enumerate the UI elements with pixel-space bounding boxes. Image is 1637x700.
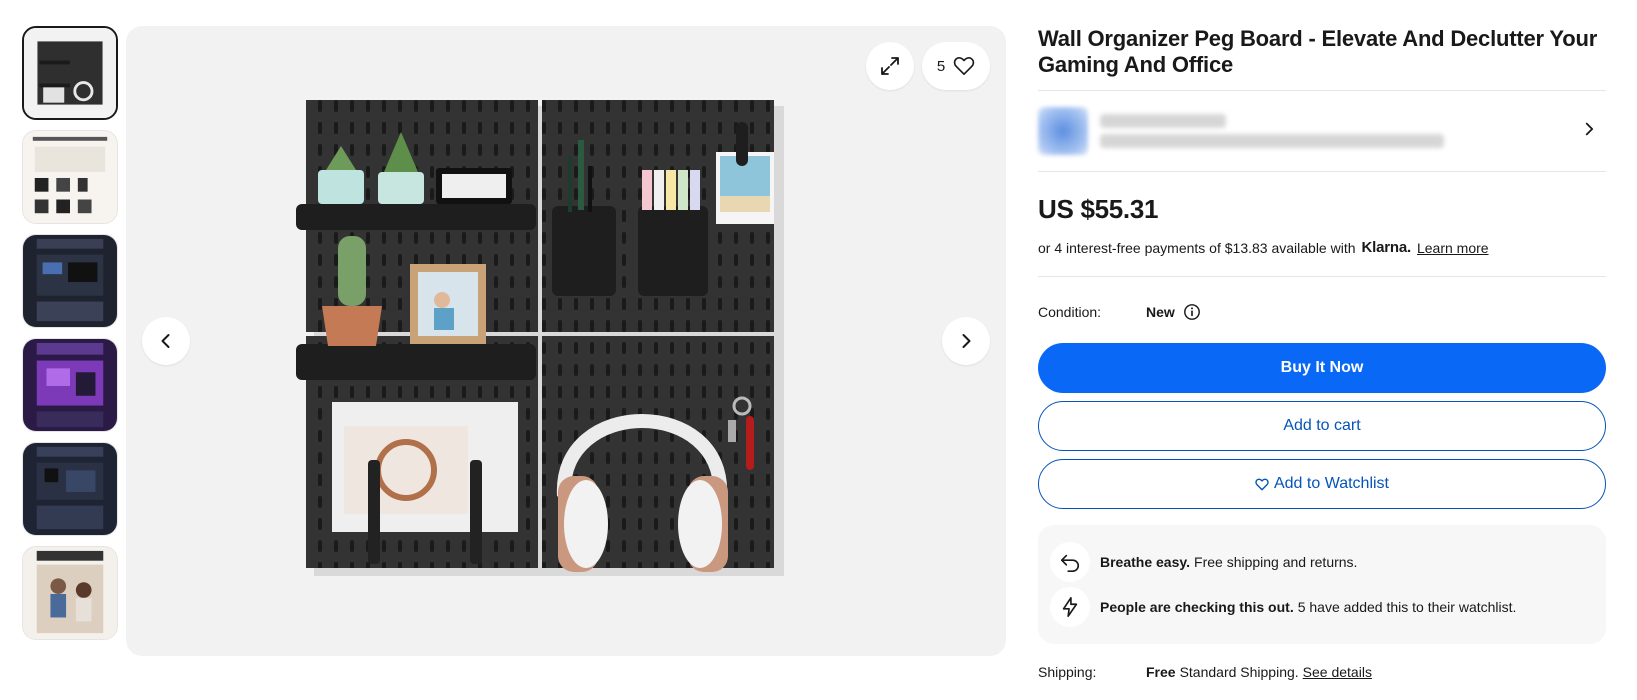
previous-image-button[interactable]: [142, 317, 190, 365]
thumbnail-desk-setup-image: [23, 443, 117, 535]
klarna-logo: Klarna.: [1361, 239, 1412, 256]
learn-more-link[interactable]: Learn more: [1417, 240, 1489, 256]
add-to-watchlist-label: Add to Watchlist: [1273, 475, 1389, 492]
thumbnail-purple-room-image: [23, 339, 117, 431]
main-product-image[interactable]: 5: [126, 26, 1006, 656]
expand-icon: [881, 57, 899, 75]
watch-count-button[interactable]: 5: [922, 42, 990, 90]
condition-label: Condition:: [1038, 304, 1102, 320]
seller-card[interactable]: [1038, 91, 1606, 171]
next-image-button[interactable]: [942, 317, 990, 365]
shipping-row: Shipping: Free Standard Shipping. See de…: [1038, 664, 1606, 680]
chevron-right-icon[interactable]: [1580, 119, 1598, 139]
seller-info-blurred: [1100, 108, 1444, 154]
heart-icon: [953, 57, 975, 75]
notice-text: Free shipping and returns.: [1194, 554, 1358, 570]
thumbnail-5[interactable]: [22, 442, 118, 536]
add-to-watchlist-button[interactable]: Add to Watchlist: [1038, 459, 1606, 509]
chevron-left-icon: [161, 334, 170, 348]
divider: [1038, 171, 1606, 172]
thumbnail-1[interactable]: [22, 26, 118, 120]
thumbnail-accessories-image: [23, 131, 117, 223]
notice-title: People are checking this out.: [1100, 599, 1294, 615]
divider: [1038, 276, 1606, 277]
heart-icon: [1255, 478, 1269, 490]
seller-avatar: [1038, 107, 1088, 155]
notice-text: 5 have added this to their watchlist.: [1297, 599, 1517, 615]
shipping-method: Standard Shipping.: [1179, 664, 1299, 680]
product-title: Wall Organizer Peg Board - Elevate And D…: [1038, 26, 1598, 77]
notice-shipping-returns: Breathe easy. Free shipping and returns.: [1050, 542, 1594, 582]
notice-watchers: People are checking this out. 5 have add…: [1050, 587, 1594, 627]
notice-title: Breathe easy.: [1100, 554, 1191, 570]
notices-box: Breathe easy. Free shipping and returns.…: [1038, 525, 1606, 644]
klarna-installments: or 4 interest-free payments of $13.83 av…: [1038, 239, 1606, 256]
product-price: US $55.31: [1038, 194, 1159, 224]
shipping-label: Shipping:: [1038, 664, 1097, 680]
thumbnail-list: [22, 26, 118, 650]
product-info-panel: Wall Organizer Peg Board - Elevate And D…: [1038, 26, 1606, 680]
thumbnail-gift-image: [23, 547, 117, 639]
buy-it-now-button[interactable]: Buy It Now: [1038, 343, 1606, 393]
watch-count: 5: [936, 57, 946, 75]
thumbnail-3[interactable]: [22, 234, 118, 328]
thumbnail-6[interactable]: [22, 546, 118, 640]
pegboard-product-photo: [296, 100, 784, 576]
return-arrow-icon: [1050, 542, 1090, 582]
condition-value: New: [1146, 304, 1175, 320]
expand-image-button[interactable]: [866, 42, 914, 90]
see-details-link[interactable]: See details: [1303, 664, 1372, 680]
installments-text: or 4 interest-free payments of $13.83 av…: [1038, 239, 1356, 256]
shipping-free: Free: [1146, 664, 1176, 680]
add-to-cart-button[interactable]: Add to cart: [1038, 401, 1606, 451]
info-icon[interactable]: [1183, 303, 1201, 321]
lightning-icon: [1050, 587, 1090, 627]
condition-row: Condition: New: [1038, 297, 1606, 327]
thumbnail-pegboard-image: [24, 28, 116, 118]
thumbnail-4[interactable]: [22, 338, 118, 432]
thumbnail-gaming-image: [23, 235, 117, 327]
thumbnail-2[interactable]: [22, 130, 118, 224]
chevron-right-icon: [962, 334, 971, 348]
